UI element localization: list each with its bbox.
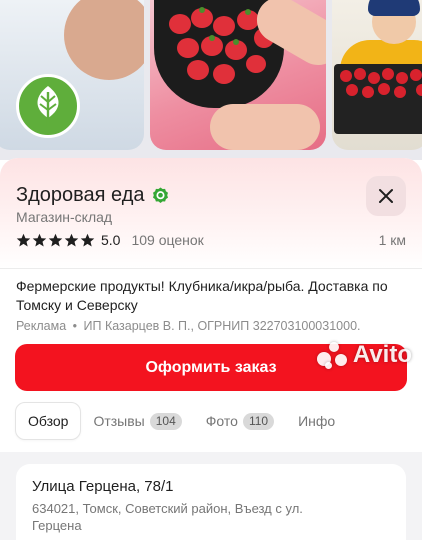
close-icon <box>379 189 393 203</box>
reviews-count-link[interactable]: 109 оценок <box>131 232 203 248</box>
tab-label: Инфо <box>298 413 336 429</box>
tab-label: Фото <box>205 413 238 429</box>
rating-value: 5.0 <box>101 232 121 248</box>
star-icon <box>48 233 63 246</box>
photo-1[interactable] <box>0 0 144 150</box>
address-section: Улица Герцена, 78/1 634021, Томск, Совет… <box>0 452 422 540</box>
tab-count-badge: 104 <box>149 412 182 430</box>
tab-label: Отзывы <box>93 413 145 429</box>
photo-detail <box>334 64 422 134</box>
hand-detail <box>210 104 320 150</box>
watermark-text: Avito <box>352 341 412 368</box>
tab-reviews[interactable]: Отзывы 104 <box>81 402 193 440</box>
tab-photos[interactable]: Фото 110 <box>194 402 286 440</box>
photo-2[interactable] <box>150 0 326 150</box>
address-street: Улица Герцена, 78/1 <box>32 478 174 495</box>
address-detail: 634021, Томск, Советский район, Въезд с … <box>32 501 303 533</box>
photo-detail <box>368 0 420 16</box>
tab-count-badge: 110 <box>242 412 275 430</box>
star-icon <box>16 233 31 246</box>
photo-3[interactable] <box>332 0 422 150</box>
shop-title: Здоровая еда <box>16 184 145 206</box>
ad-label: Реклама <box>16 319 67 333</box>
tabs: Обзор Отзывы 104 Фото 110 Инфо <box>15 402 347 440</box>
leaf-logo <box>16 74 80 138</box>
photo-detail <box>64 0 144 80</box>
photo-gallery[interactable] <box>0 0 422 160</box>
ad-disclosure: Реклама • ИП Казарцев В. П., ОГРНИП 3227… <box>16 319 416 333</box>
rating-row: 5.0 109 оценок 1 км <box>16 232 406 248</box>
avito-watermark: Avito <box>315 340 412 370</box>
rating-stars <box>16 233 95 248</box>
close-button[interactable] <box>366 176 406 216</box>
star-icon <box>32 233 47 246</box>
distance: 1 км <box>378 232 406 248</box>
tab-label: Обзор <box>28 413 69 429</box>
shop-subtitle: Магазин-склад <box>16 209 113 225</box>
avito-logo-icon <box>315 340 349 370</box>
star-icon <box>64 233 79 246</box>
divider <box>0 268 422 269</box>
ad-separator: • <box>72 319 78 333</box>
address-card[interactable]: Улица Герцена, 78/1 634021, Томск, Совет… <box>16 464 406 540</box>
title-row: Здоровая еда <box>16 184 169 207</box>
tab-info[interactable]: Инфо <box>286 402 347 440</box>
tab-overview[interactable]: Обзор <box>15 402 82 440</box>
shop-description: Фермерские продукты! Клубника/икра/рыба.… <box>16 278 388 313</box>
verified-check-icon <box>152 187 169 204</box>
star-icon <box>80 233 95 246</box>
ad-owner: ИП Казарцев В. П., ОГРНИП 32270310003100… <box>83 319 361 333</box>
